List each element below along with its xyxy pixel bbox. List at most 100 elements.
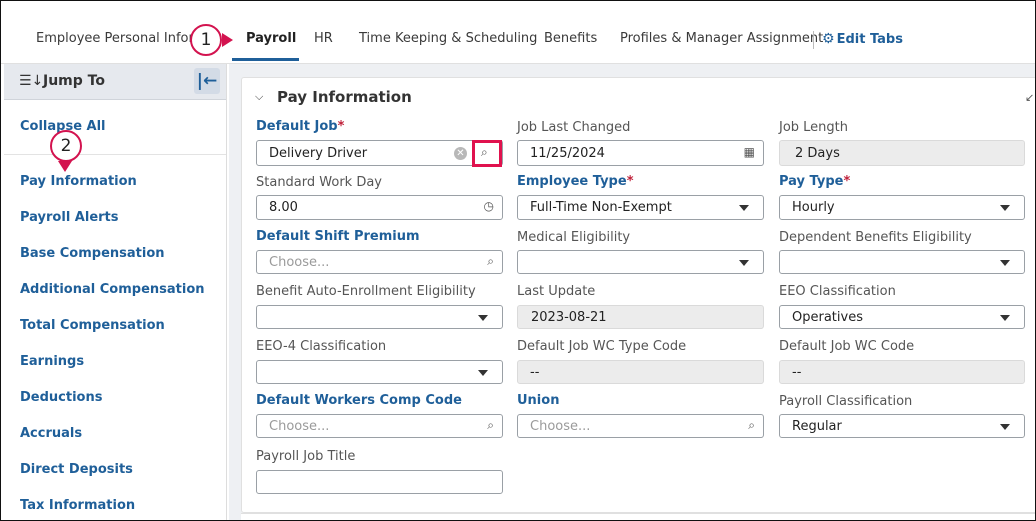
sidebar-item-direct-deposits[interactable]: Direct Deposits	[20, 462, 133, 477]
jump-to-sidebar: ☰↓ Jump To |← Collapse All Pay Informati…	[4, 64, 227, 520]
union-field[interactable]: Choose... ⌕	[517, 414, 764, 438]
chevron-down-icon	[739, 260, 749, 266]
payroll-classification-value: Regular	[792, 419, 842, 434]
sidebar-item-base-compensation[interactable]: Base Compensation	[20, 246, 165, 261]
job-length-label: Job Length	[779, 120, 849, 135]
lookup-icon: ⌕	[481, 145, 488, 159]
job-length-value: 2 Days	[795, 146, 840, 161]
chevron-down-icon	[1000, 424, 1010, 430]
chevron-down-icon	[1000, 260, 1010, 266]
default-job-wc-code-value: --	[792, 365, 802, 380]
chevron-down-icon	[1000, 205, 1010, 211]
lookup-icon[interactable]: ⌕	[748, 418, 755, 433]
eeo-classification-select[interactable]: Operatives	[779, 305, 1025, 329]
sidebar-item-payroll-alerts[interactable]: Payroll Alerts	[20, 210, 119, 225]
chevron-down-icon[interactable]: ⌵	[255, 90, 263, 104]
sidebar-item-earnings[interactable]: Earnings	[20, 354, 84, 369]
section-title: Pay Information	[277, 88, 412, 106]
pay-type-select[interactable]: Hourly	[779, 195, 1025, 220]
default-job-wc-code-label: Default Job WC Code	[779, 339, 915, 354]
tab-hr[interactable]: HR	[314, 31, 333, 46]
job-last-changed-field[interactable]: 11/25/2024 ▦	[517, 140, 764, 166]
default-workers-comp-code-field[interactable]: Choose... ⌕	[256, 414, 503, 438]
active-tab-indicator	[232, 58, 299, 61]
default-shift-premium-label: Default Shift Premium	[256, 229, 420, 244]
chevron-down-icon	[478, 370, 488, 376]
callout-pointer-1	[222, 33, 233, 47]
lookup-icon[interactable]: ⌕	[487, 418, 494, 433]
sidebar-divider	[4, 154, 226, 155]
calendar-icon[interactable]: ▦	[744, 145, 755, 159]
union-label: Union	[517, 393, 560, 408]
payroll-job-title-input[interactable]	[256, 470, 503, 494]
app-window: Employee Personal Informa Payroll HR Tim…	[0, 0, 1036, 521]
medical-eligibility-label: Medical Eligibility	[517, 230, 631, 245]
eeo-classification-value: Operatives	[792, 310, 863, 325]
tab-payroll[interactable]: Payroll	[246, 31, 296, 46]
standard-work-day-value: 8.00	[269, 200, 298, 215]
last-update-value: 2023-08-21	[531, 310, 607, 325]
sidebar-item-additional-compensation[interactable]: Additional Compensation	[20, 282, 205, 297]
clock-icon[interactable]: ◷	[484, 199, 494, 213]
benefit-auto-enrollment-select[interactable]	[256, 305, 503, 329]
sidebar-item-deductions[interactable]: Deductions	[20, 390, 102, 405]
next-section-card	[241, 513, 1035, 520]
edit-tabs-button[interactable]: ⚙ Edit Tabs	[822, 31, 903, 47]
sidebar-item-accruals[interactable]: Accruals	[20, 426, 82, 441]
standard-work-day-field[interactable]: 8.00 ◷	[256, 195, 503, 220]
union-placeholder: Choose...	[530, 419, 591, 434]
default-job-field[interactable]: Delivery Driver ✕	[256, 140, 503, 166]
tab-employee-personal-information[interactable]: Employee Personal Informa	[36, 31, 214, 46]
jump-to-header: ☰↓ Jump To |←	[4, 64, 226, 100]
employee-type-select[interactable]: Full-Time Non-Exempt	[517, 195, 764, 220]
eeo4-classification-select[interactable]	[256, 360, 503, 384]
callout-marker-2: 2	[50, 130, 82, 162]
default-job-wc-type-code-value: --	[530, 365, 540, 380]
default-job-wc-type-code-field: --	[517, 360, 764, 384]
payroll-classification-label: Payroll Classification	[779, 394, 913, 409]
collapse-left-icon: |←	[196, 71, 218, 91]
default-shift-premium-placeholder: Choose...	[269, 255, 330, 270]
dependent-benefits-eligibility-label: Dependent Benefits Eligibility	[779, 230, 972, 245]
medical-eligibility-select[interactable]	[517, 250, 764, 274]
chevron-down-icon	[739, 205, 749, 211]
sidebar-item-pay-information[interactable]: Pay Information	[20, 174, 137, 189]
default-job-wc-type-code-label: Default Job WC Type Code	[517, 339, 687, 354]
employee-type-value: Full-Time Non-Exempt	[530, 200, 672, 215]
chevron-down-icon	[1000, 315, 1010, 321]
employee-type-label: Employee Type*	[517, 174, 634, 189]
default-workers-comp-code-label: Default Workers Comp Code	[256, 393, 462, 408]
tab-benefits[interactable]: Benefits	[544, 31, 597, 46]
callout-marker-1: 1	[190, 24, 222, 56]
callout-pointer-2	[58, 161, 72, 172]
sort-list-icon: ☰↓	[19, 73, 44, 89]
lookup-button-highlight[interactable]: ⌕	[472, 140, 502, 167]
tab-profiles-manager-assignment[interactable]: Profiles & Manager Assignment	[620, 31, 823, 46]
default-job-value: Delivery Driver	[269, 146, 368, 161]
sidebar-item-tax-information[interactable]: Tax Information	[20, 498, 135, 513]
clear-icon[interactable]: ✕	[454, 147, 467, 160]
gear-icon: ⚙	[822, 31, 835, 47]
dependent-benefits-eligibility-select[interactable]	[779, 250, 1025, 274]
pay-type-label: Pay Type*	[779, 174, 851, 189]
tab-separator	[813, 31, 814, 49]
default-workers-comp-code-placeholder: Choose...	[269, 419, 330, 434]
collapse-sidebar-button[interactable]: |←	[194, 68, 220, 94]
standard-work-day-label: Standard Work Day	[256, 175, 382, 190]
eeo4-classification-label: EEO-4 Classification	[256, 339, 387, 354]
last-update-field: 2023-08-21	[517, 305, 764, 329]
sidebar-item-total-compensation[interactable]: Total Compensation	[20, 318, 165, 333]
lookup-icon[interactable]: ⌕	[487, 254, 494, 269]
benefit-auto-enrollment-label: Benefit Auto-Enrollment Eligibility	[256, 284, 476, 299]
chevron-down-icon	[478, 315, 488, 321]
payroll-job-title-label: Payroll Job Title	[256, 449, 356, 464]
eeo-classification-label: EEO Classification	[779, 284, 896, 299]
default-job-label: Default Job*	[256, 119, 345, 134]
default-job-wc-code-field: --	[779, 360, 1025, 384]
payroll-classification-select[interactable]: Regular	[779, 414, 1025, 438]
tab-time-keeping-scheduling[interactable]: Time Keeping & Scheduling	[359, 31, 537, 46]
jump-to-title: Jump To	[43, 73, 105, 89]
job-last-changed-value: 11/25/2024	[530, 146, 605, 161]
default-shift-premium-field[interactable]: Choose... ⌕	[256, 250, 503, 274]
expand-icon[interactable]: ↙↗	[1025, 91, 1035, 104]
